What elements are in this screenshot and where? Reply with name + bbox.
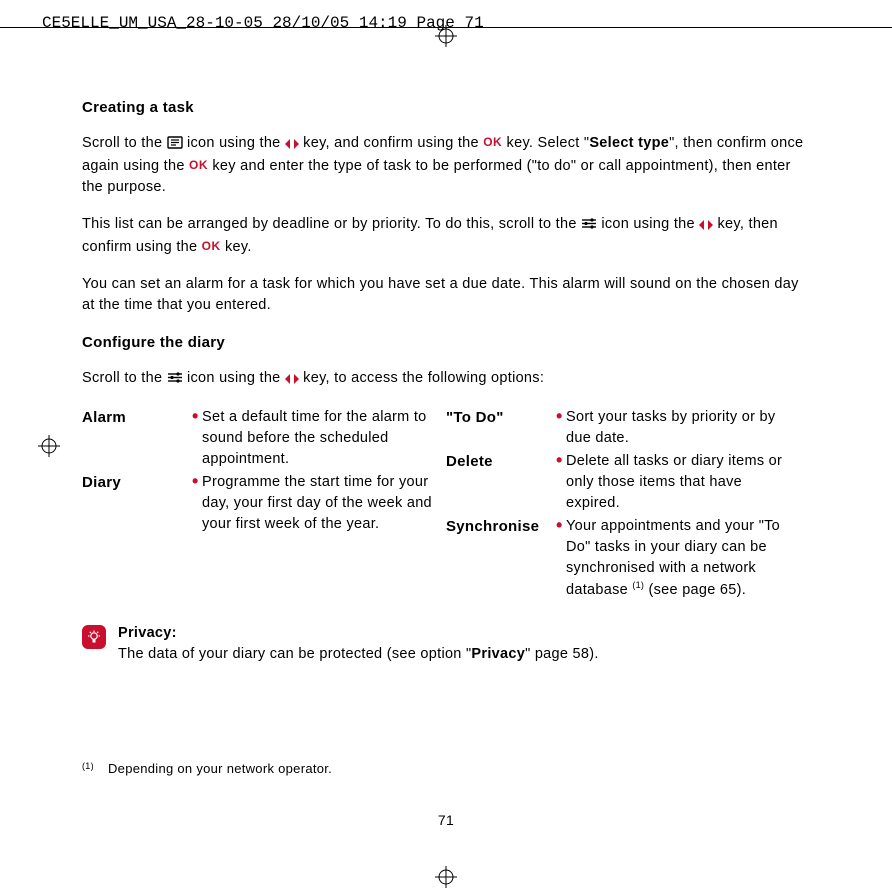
footnote-ref: (1) — [632, 580, 644, 590]
option-label: Alarm — [82, 407, 192, 429]
text: (see page 65). — [644, 582, 746, 598]
heading-configure-diary: Configure the diary — [82, 332, 810, 354]
option-label: Diary — [82, 472, 192, 494]
bullet-icon: • — [556, 516, 566, 536]
heading-creating-task: Creating a task — [82, 97, 810, 119]
bullet-icon: • — [556, 451, 566, 471]
select-type-bold: Select type — [589, 135, 669, 151]
text: This list can be arranged by deadline or… — [82, 216, 581, 232]
option-label: "To Do" — [446, 407, 556, 429]
ok-key-icon: OK — [202, 239, 221, 253]
option-text: Delete all tasks or diary items or only … — [566, 451, 810, 514]
lightbulb-icon — [82, 625, 106, 649]
option-text: Your appointments and your "To Do" tasks… — [566, 516, 810, 601]
bullet-icon: • — [192, 407, 202, 427]
option-text: Set a default time for the alarm to soun… — [202, 407, 446, 470]
option-text: Programme the start time for your day, y… — [202, 472, 446, 535]
bullet-icon: • — [556, 407, 566, 427]
option-delete: Delete • Delete all tasks or diary items… — [446, 451, 810, 514]
option-text: Sort your tasks by priority or by due da… — [566, 407, 810, 449]
options-col-left: Alarm • Set a default time for the alarm… — [82, 407, 446, 603]
option-label: Delete — [446, 451, 556, 473]
text: icon using the — [187, 135, 285, 151]
nav-arrows-icon — [285, 135, 299, 156]
text: The data of your diary can be protected … — [118, 646, 471, 662]
privacy-label: Privacy: — [118, 625, 177, 641]
ok-key-icon: OK — [189, 158, 208, 172]
paragraph-task-1: Scroll to the icon using the key, and co… — [82, 133, 810, 198]
options-columns: Alarm • Set a default time for the alarm… — [82, 407, 810, 603]
page-number: 71 — [0, 810, 892, 830]
text: key, to access the following options: — [303, 370, 544, 386]
options-col-right: "To Do" • Sort your tasks by priority or… — [446, 407, 810, 603]
text: key, and confirm using the — [303, 135, 483, 151]
paragraph-task-3: You can set an alarm for a task for whic… — [82, 274, 810, 316]
option-alarm: Alarm • Set a default time for the alarm… — [82, 407, 446, 470]
text: Scroll to the — [82, 135, 167, 151]
option-synchronise: Synchronise • Your appointments and your… — [446, 516, 810, 601]
nav-arrows-icon — [285, 370, 299, 391]
task-list-icon — [167, 135, 183, 156]
privacy-callout: Privacy: The data of your diary can be p… — [82, 623, 810, 665]
text: icon using the — [187, 370, 285, 386]
text: key. — [225, 239, 252, 255]
privacy-bold: Privacy — [471, 646, 525, 662]
text: icon using the — [601, 216, 699, 232]
paragraph-task-2: This list can be arranged by deadline or… — [82, 214, 810, 258]
option-diary: Diary • Programme the start time for you… — [82, 472, 446, 535]
bullet-icon: • — [192, 472, 202, 492]
nav-arrows-icon — [699, 216, 713, 237]
option-todo: "To Do" • Sort your tasks by priority or… — [446, 407, 810, 449]
footnote-mark: (1) — [82, 760, 108, 773]
text: Scroll to the — [82, 370, 167, 386]
footnote: (1) Depending on your network operator. — [82, 760, 810, 779]
crop-mark-left — [38, 435, 60, 457]
text: " page 58). — [525, 646, 599, 662]
footnote-text: Depending on your network operator. — [108, 760, 332, 779]
page-content: Creating a task Scroll to the icon using… — [0, 41, 892, 778]
paragraph-diary-intro: Scroll to the icon using the key, to acc… — [82, 368, 810, 391]
option-label: Synchronise — [446, 516, 556, 538]
crop-mark-top — [435, 25, 457, 47]
settings-list-icon — [581, 216, 597, 237]
privacy-text: Privacy: The data of your diary can be p… — [118, 623, 810, 665]
crop-mark-bottom — [435, 866, 457, 888]
settings-list-icon — [167, 370, 183, 391]
ok-key-icon: OK — [483, 135, 502, 149]
text: key. Select " — [507, 135, 590, 151]
